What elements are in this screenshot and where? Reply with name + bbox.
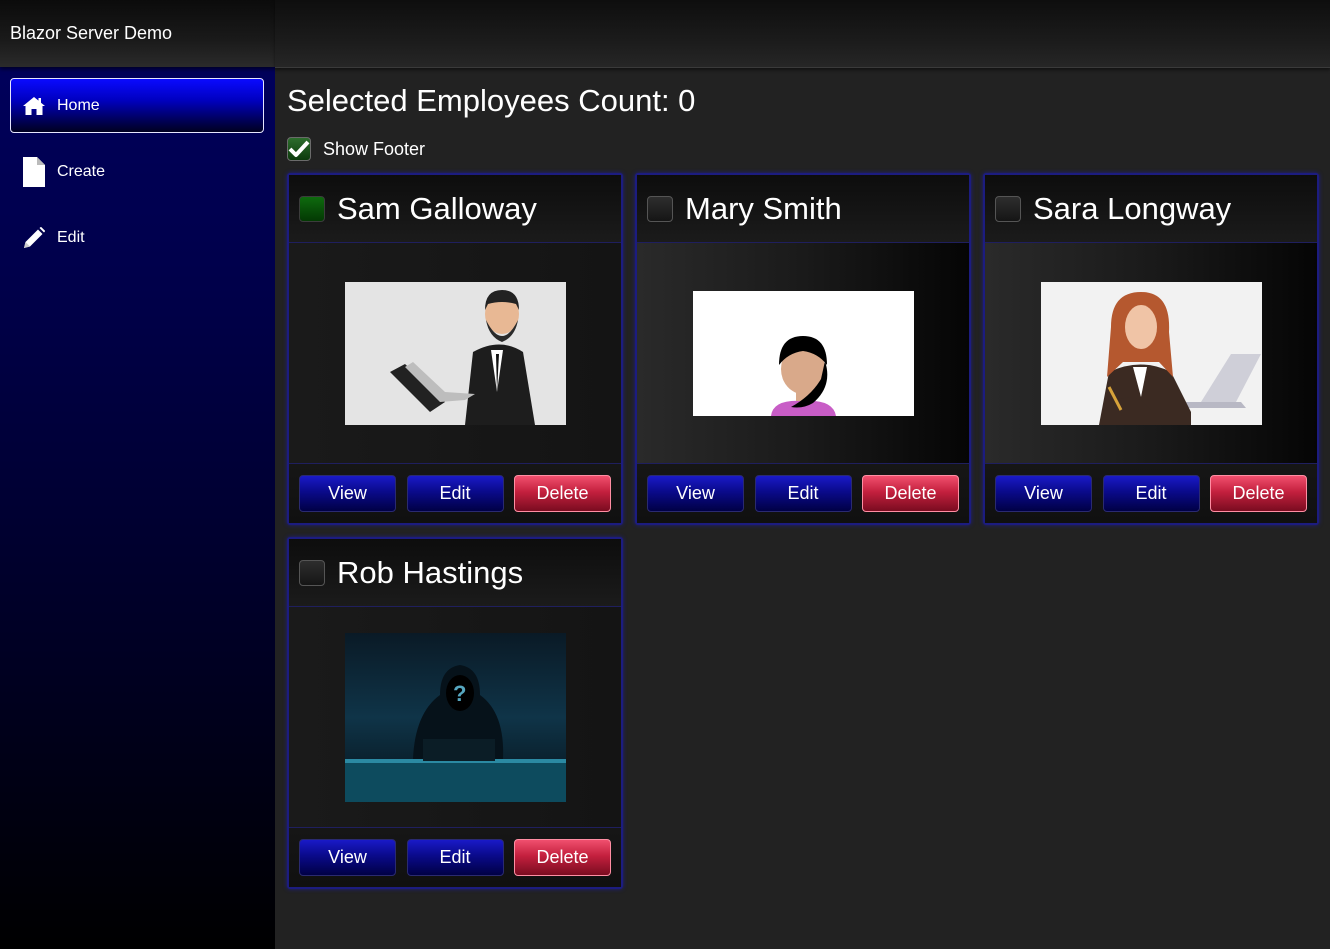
sidebar-item-label: Create: [57, 162, 106, 180]
view-button[interactable]: View: [995, 475, 1092, 512]
edit-button[interactable]: Edit: [406, 475, 504, 512]
select-employee-checkbox[interactable]: [299, 195, 325, 222]
sidebar-item-home[interactable]: Home: [10, 78, 264, 133]
employee-card: Rob Hastings ? View Edit Delete: [287, 537, 623, 889]
sidebar-item-label: Home: [57, 96, 100, 114]
card-header: Sara Longway: [985, 175, 1317, 243]
edit-button[interactable]: Edit: [1102, 475, 1200, 512]
show-footer-checkbox[interactable]: [287, 137, 311, 161]
select-employee-checkbox[interactable]: [995, 195, 1021, 222]
file-icon: [22, 156, 46, 187]
page-title: Selected Employees Count: 0: [287, 83, 696, 118]
employee-photo: ?: [344, 632, 566, 802]
sidebar-item-edit[interactable]: Edit: [10, 210, 264, 265]
show-footer-label: Show Footer: [323, 138, 426, 159]
top-bar: [275, 0, 1330, 68]
card-header: Rob Hastings: [289, 539, 621, 607]
view-button[interactable]: View: [647, 475, 744, 512]
employee-name: Sam Galloway: [337, 190, 537, 226]
svg-text:?: ?: [453, 681, 466, 706]
delete-button[interactable]: Delete: [514, 475, 611, 512]
brand-title[interactable]: Blazor Server Demo: [0, 0, 275, 67]
pencil-icon: [22, 226, 46, 250]
card-header: Mary Smith: [637, 175, 969, 243]
employee-name: Mary Smith: [685, 190, 842, 226]
view-button[interactable]: View: [299, 475, 396, 512]
card-body: [637, 243, 969, 464]
employee-photo: [344, 281, 566, 425]
select-employee-checkbox[interactable]: [299, 559, 325, 586]
employee-card: Sara Longway View Edit Delete: [983, 173, 1319, 525]
employee-name: Sara Longway: [1033, 190, 1232, 226]
card-footer: View Edit Delete: [289, 828, 621, 887]
card-footer: View Edit Delete: [985, 464, 1317, 523]
card-body: [289, 243, 621, 464]
delete-button[interactable]: Delete: [514, 839, 611, 876]
card-body: [985, 243, 1317, 464]
checkmark-icon: [288, 140, 310, 157]
card-footer: View Edit Delete: [289, 464, 621, 523]
card-body: ?: [289, 607, 621, 828]
employee-card: Mary Smith View Edit Delete: [635, 173, 971, 525]
select-employee-checkbox[interactable]: [647, 195, 673, 222]
sidebar-item-create[interactable]: Create: [10, 144, 264, 199]
card-footer: View Edit Delete: [637, 464, 969, 523]
delete-button[interactable]: Delete: [1210, 475, 1307, 512]
edit-button[interactable]: Edit: [406, 839, 504, 876]
employee-card: Sam Galloway View Edit Delete: [287, 173, 623, 525]
card-header: Sam Galloway: [289, 175, 621, 243]
show-footer-toggle[interactable]: Show Footer: [287, 136, 1330, 162]
home-icon: [22, 94, 46, 118]
employee-photo: [692, 290, 914, 416]
edit-button[interactable]: Edit: [754, 475, 852, 512]
delete-button[interactable]: Delete: [862, 475, 959, 512]
main-content: Selected Employees Count: 0 Show Footer …: [287, 68, 1330, 889]
view-button[interactable]: View: [299, 839, 396, 876]
employee-name: Rob Hastings: [337, 554, 524, 590]
sidebar-item-label: Edit: [57, 228, 85, 246]
sidebar: Blazor Server Demo Home Create Edit: [0, 0, 275, 949]
sidebar-nav: Home Create Edit: [0, 67, 275, 265]
employee-photo: [1040, 281, 1262, 425]
